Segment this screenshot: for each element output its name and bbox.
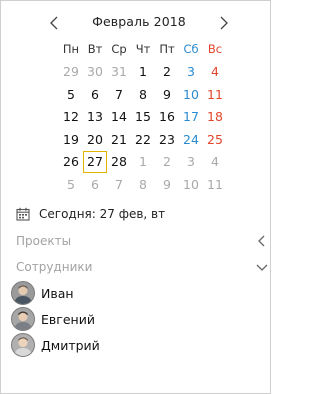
weekday-header: Вт xyxy=(87,42,103,57)
employee-name: Дмитрий xyxy=(41,337,100,353)
chevron-left-icon xyxy=(258,235,265,247)
calendar-day[interactable]: 9 xyxy=(155,173,179,196)
month-title[interactable]: Февраль 2018 xyxy=(65,14,213,29)
weekday-header: Пт xyxy=(159,42,175,57)
calendar-day[interactable]: 19 xyxy=(59,128,83,151)
calendar-day[interactable]: 3 xyxy=(179,61,203,84)
calendar-day[interactable]: 10 xyxy=(179,83,203,106)
calendar-day[interactable]: 21 xyxy=(107,128,131,151)
calendar-panel: Февраль 2018 Пн Вт Ср Чт Пт Сб Вс 29 30 31 1 2 3 4 5 6 7… xyxy=(0,0,271,394)
calendar-day[interactable]: 20 xyxy=(83,128,107,151)
calendar-day[interactable]: 4 xyxy=(203,151,227,174)
calendar-day[interactable]: 18 xyxy=(203,106,227,129)
avatar xyxy=(11,307,35,331)
calendar-day[interactable]: 23 xyxy=(155,128,179,151)
weekday-header: Чт xyxy=(135,42,151,57)
avatar xyxy=(11,281,35,305)
calendar-grid: Пн Вт Ср Чт Пт Сб Вс 29 30 31 1 2 3 4 5 6 7 8 9 10 11 12 13 14 1… xyxy=(59,38,227,196)
calendar-day[interactable]: 10 xyxy=(179,173,203,196)
calendar-day[interactable]: 2 xyxy=(155,151,179,174)
next-month-button[interactable] xyxy=(215,12,233,34)
calendar-day[interactable]: 4 xyxy=(203,61,227,84)
calendar-day[interactable]: 8 xyxy=(131,173,155,196)
calendar-day[interactable]: 22 xyxy=(131,128,155,151)
employee-item-evgeniy[interactable]: Евгений xyxy=(11,307,95,331)
calendar-day[interactable]: 24 xyxy=(179,128,203,151)
projects-section-toggle[interactable]: Проекты xyxy=(16,231,270,251)
calendar-icon xyxy=(16,207,30,221)
chevron-right-icon xyxy=(220,16,228,30)
person-avatar-icon xyxy=(12,308,34,330)
chevron-left-icon xyxy=(50,16,58,30)
calendar-day[interactable]: 1 xyxy=(131,151,155,174)
calendar-header: Февраль 2018 xyxy=(45,12,233,34)
weekday-header: Сб xyxy=(183,42,199,57)
calendar-day[interactable]: 14 xyxy=(107,106,131,129)
chevron-down-icon xyxy=(256,264,268,271)
prev-month-button[interactable] xyxy=(45,12,63,34)
calendar-day[interactable]: 11 xyxy=(203,83,227,106)
calendar-day[interactable]: 6 xyxy=(83,83,107,106)
calendar-day[interactable]: 26 xyxy=(59,151,83,174)
person-avatar-icon xyxy=(12,282,34,304)
employee-name: Евгений xyxy=(41,311,95,327)
calendar-day[interactable]: 12 xyxy=(59,106,83,129)
calendar-day[interactable]: 1 xyxy=(131,61,155,84)
calendar-day[interactable]: 5 xyxy=(59,83,83,106)
projects-section-label: Проекты xyxy=(16,234,72,248)
calendar-day[interactable]: 8 xyxy=(131,83,155,106)
employee-name: Иван xyxy=(41,285,74,301)
calendar-day-today[interactable]: 27 xyxy=(83,150,107,173)
avatar xyxy=(11,333,35,357)
calendar-day[interactable]: 9 xyxy=(155,83,179,106)
employees-section-label: Сотрудники xyxy=(16,260,93,274)
calendar-day[interactable]: 31 xyxy=(107,61,131,84)
calendar-day[interactable]: 16 xyxy=(155,106,179,129)
calendar-day[interactable]: 7 xyxy=(107,173,131,196)
calendar-day[interactable]: 7 xyxy=(107,83,131,106)
calendar-day[interactable]: 6 xyxy=(83,173,107,196)
today-label: Сегодня: 27 фев, вт xyxy=(39,207,166,221)
person-avatar-icon xyxy=(12,334,34,356)
weekday-header: Пн xyxy=(62,42,80,57)
employees-section-toggle[interactable]: Сотрудники xyxy=(16,257,270,277)
calendar-day[interactable]: 13 xyxy=(83,106,107,129)
calendar-day[interactable]: 15 xyxy=(131,106,155,129)
employee-item-dmitriy[interactable]: Дмитрий xyxy=(11,333,100,357)
weekday-header: Вс xyxy=(207,42,223,57)
calendar-day[interactable]: 17 xyxy=(179,106,203,129)
calendar-day[interactable]: 5 xyxy=(59,173,83,196)
calendar-day[interactable]: 30 xyxy=(83,61,107,84)
employee-item-ivan[interactable]: Иван xyxy=(11,281,74,305)
calendar-day[interactable]: 25 xyxy=(203,128,227,151)
weekday-header: Ср xyxy=(111,42,127,57)
today-link[interactable]: Сегодня: 27 фев, вт xyxy=(16,204,165,224)
calendar-day[interactable]: 3 xyxy=(179,151,203,174)
calendar-day[interactable]: 11 xyxy=(203,173,227,196)
calendar-day[interactable]: 29 xyxy=(59,61,83,84)
calendar-day[interactable]: 28 xyxy=(107,151,131,174)
calendar-day[interactable]: 2 xyxy=(155,61,179,84)
